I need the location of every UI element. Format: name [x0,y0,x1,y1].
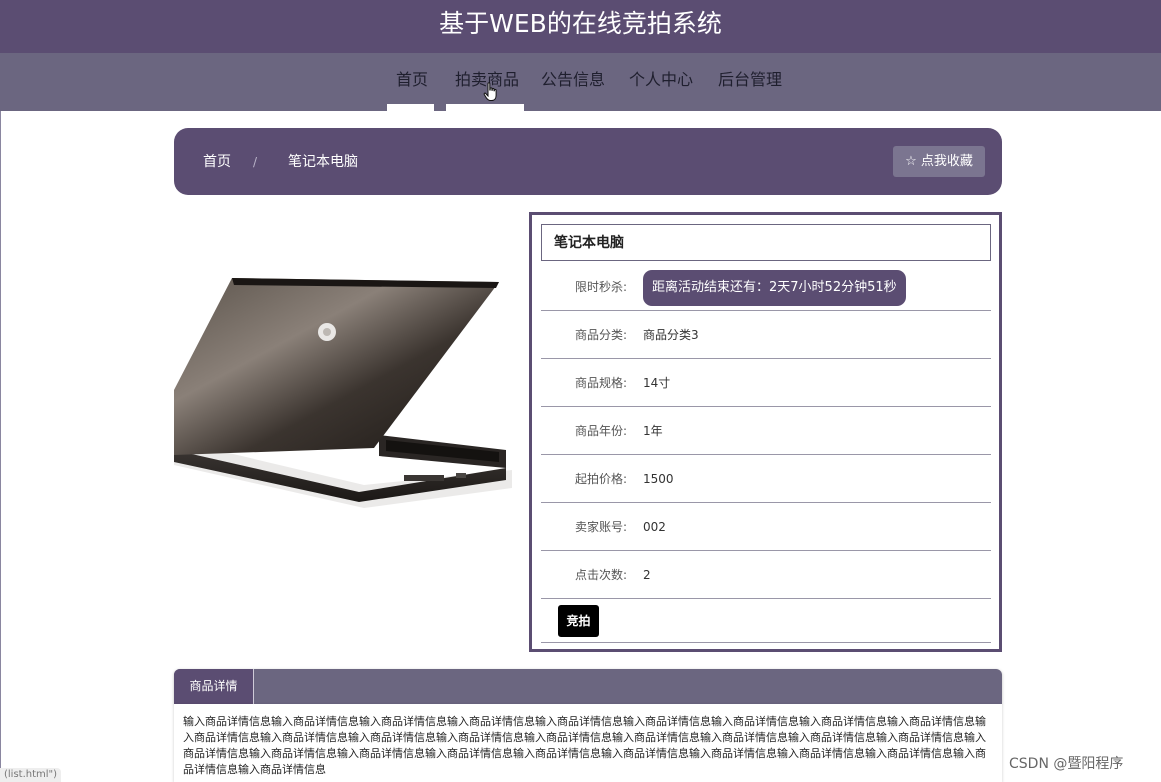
field-value: 1500 [643,472,674,486]
field-value: 14寸 [643,376,671,390]
hand-cursor-icon [483,82,497,101]
countdown-label: 限时秒杀: [574,280,627,294]
tab-product-details[interactable]: 商品详情 [174,669,254,704]
breadcrumb-separator: / [253,155,258,169]
field-value: 1年 [643,424,663,438]
favorite-button[interactable]: ☆ 点我收藏 [893,146,985,177]
field-label: 点击次数: [574,568,627,582]
field-row-year: 商品年份: 1年 [541,407,991,455]
product-detail-panel: 笔记本电脑 限时秒杀: 距离活动结束还有：2天7小时52分钟51秒 商品分类: … [529,212,1002,652]
page-left-border [0,111,1,782]
product-image [174,270,514,515]
detail-content: 输入商品详情信息输入商品详情信息输入商品详情信息输入商品详情信息输入商品详情信息… [174,704,1002,782]
bid-row: 竞拍 [541,600,991,643]
field-label: 商品分类: [574,328,627,342]
field-label: 起拍价格: [574,472,627,486]
nav-item-announcements[interactable]: 公告信息 [541,69,605,91]
detail-text: 输入商品详情信息输入商品详情信息输入商品详情信息输入商品详情信息输入商品详情信息… [183,715,986,776]
nav-active-underline-home [387,104,434,111]
status-bar-url: (list.html") [0,768,62,782]
countdown-badge: 距离活动结束还有：2天7小时52分钟51秒 [643,270,906,306]
field-row-start-price: 起拍价格: 1500 [541,455,991,503]
field-row-spec: 商品规格: 14寸 [541,359,991,407]
detail-tabs: 商品详情 [174,669,1002,704]
product-title: 笔记本电脑 [554,235,624,251]
breadcrumb-current: 笔记本电脑 [288,154,358,170]
product-title-box: 笔记本电脑 [541,224,991,261]
bid-button[interactable]: 竞拍 [558,605,599,637]
nav-item-home[interactable]: 首页 [396,69,428,91]
site-header: 基于WEB的在线竞拍系统 [0,0,1161,53]
breadcrumb: 首页 / 笔记本电脑 ☆ 点我收藏 [174,128,1002,195]
field-row-seller: 卖家账号: 002 [541,503,991,551]
main-nav: 首页 拍卖商品 公告信息 个人中心 后台管理 [0,53,1161,111]
site-title: 基于WEB的在线竞拍系统 [439,9,722,38]
watermark: CSDN @暨阳程序 [1009,756,1124,772]
nav-active-underline-auction [446,104,524,111]
field-value: 商品分类3 [643,328,699,342]
field-row-clicks: 点击次数: 2 [541,551,991,599]
nav-item-personal-center[interactable]: 个人中心 [629,69,693,91]
field-row-category: 商品分类: 商品分类3 [541,311,991,359]
field-label: 商品规格: [574,376,627,390]
field-value: 002 [643,520,666,534]
breadcrumb-home-link[interactable]: 首页 [203,153,231,171]
nav-item-admin[interactable]: 后台管理 [718,69,782,91]
field-value: 2 [643,568,651,582]
countdown-row: 限时秒杀: 距离活动结束还有：2天7小时52分钟51秒 [541,263,991,311]
field-label: 卖家账号: [574,520,627,534]
field-label: 商品年份: [574,424,627,438]
